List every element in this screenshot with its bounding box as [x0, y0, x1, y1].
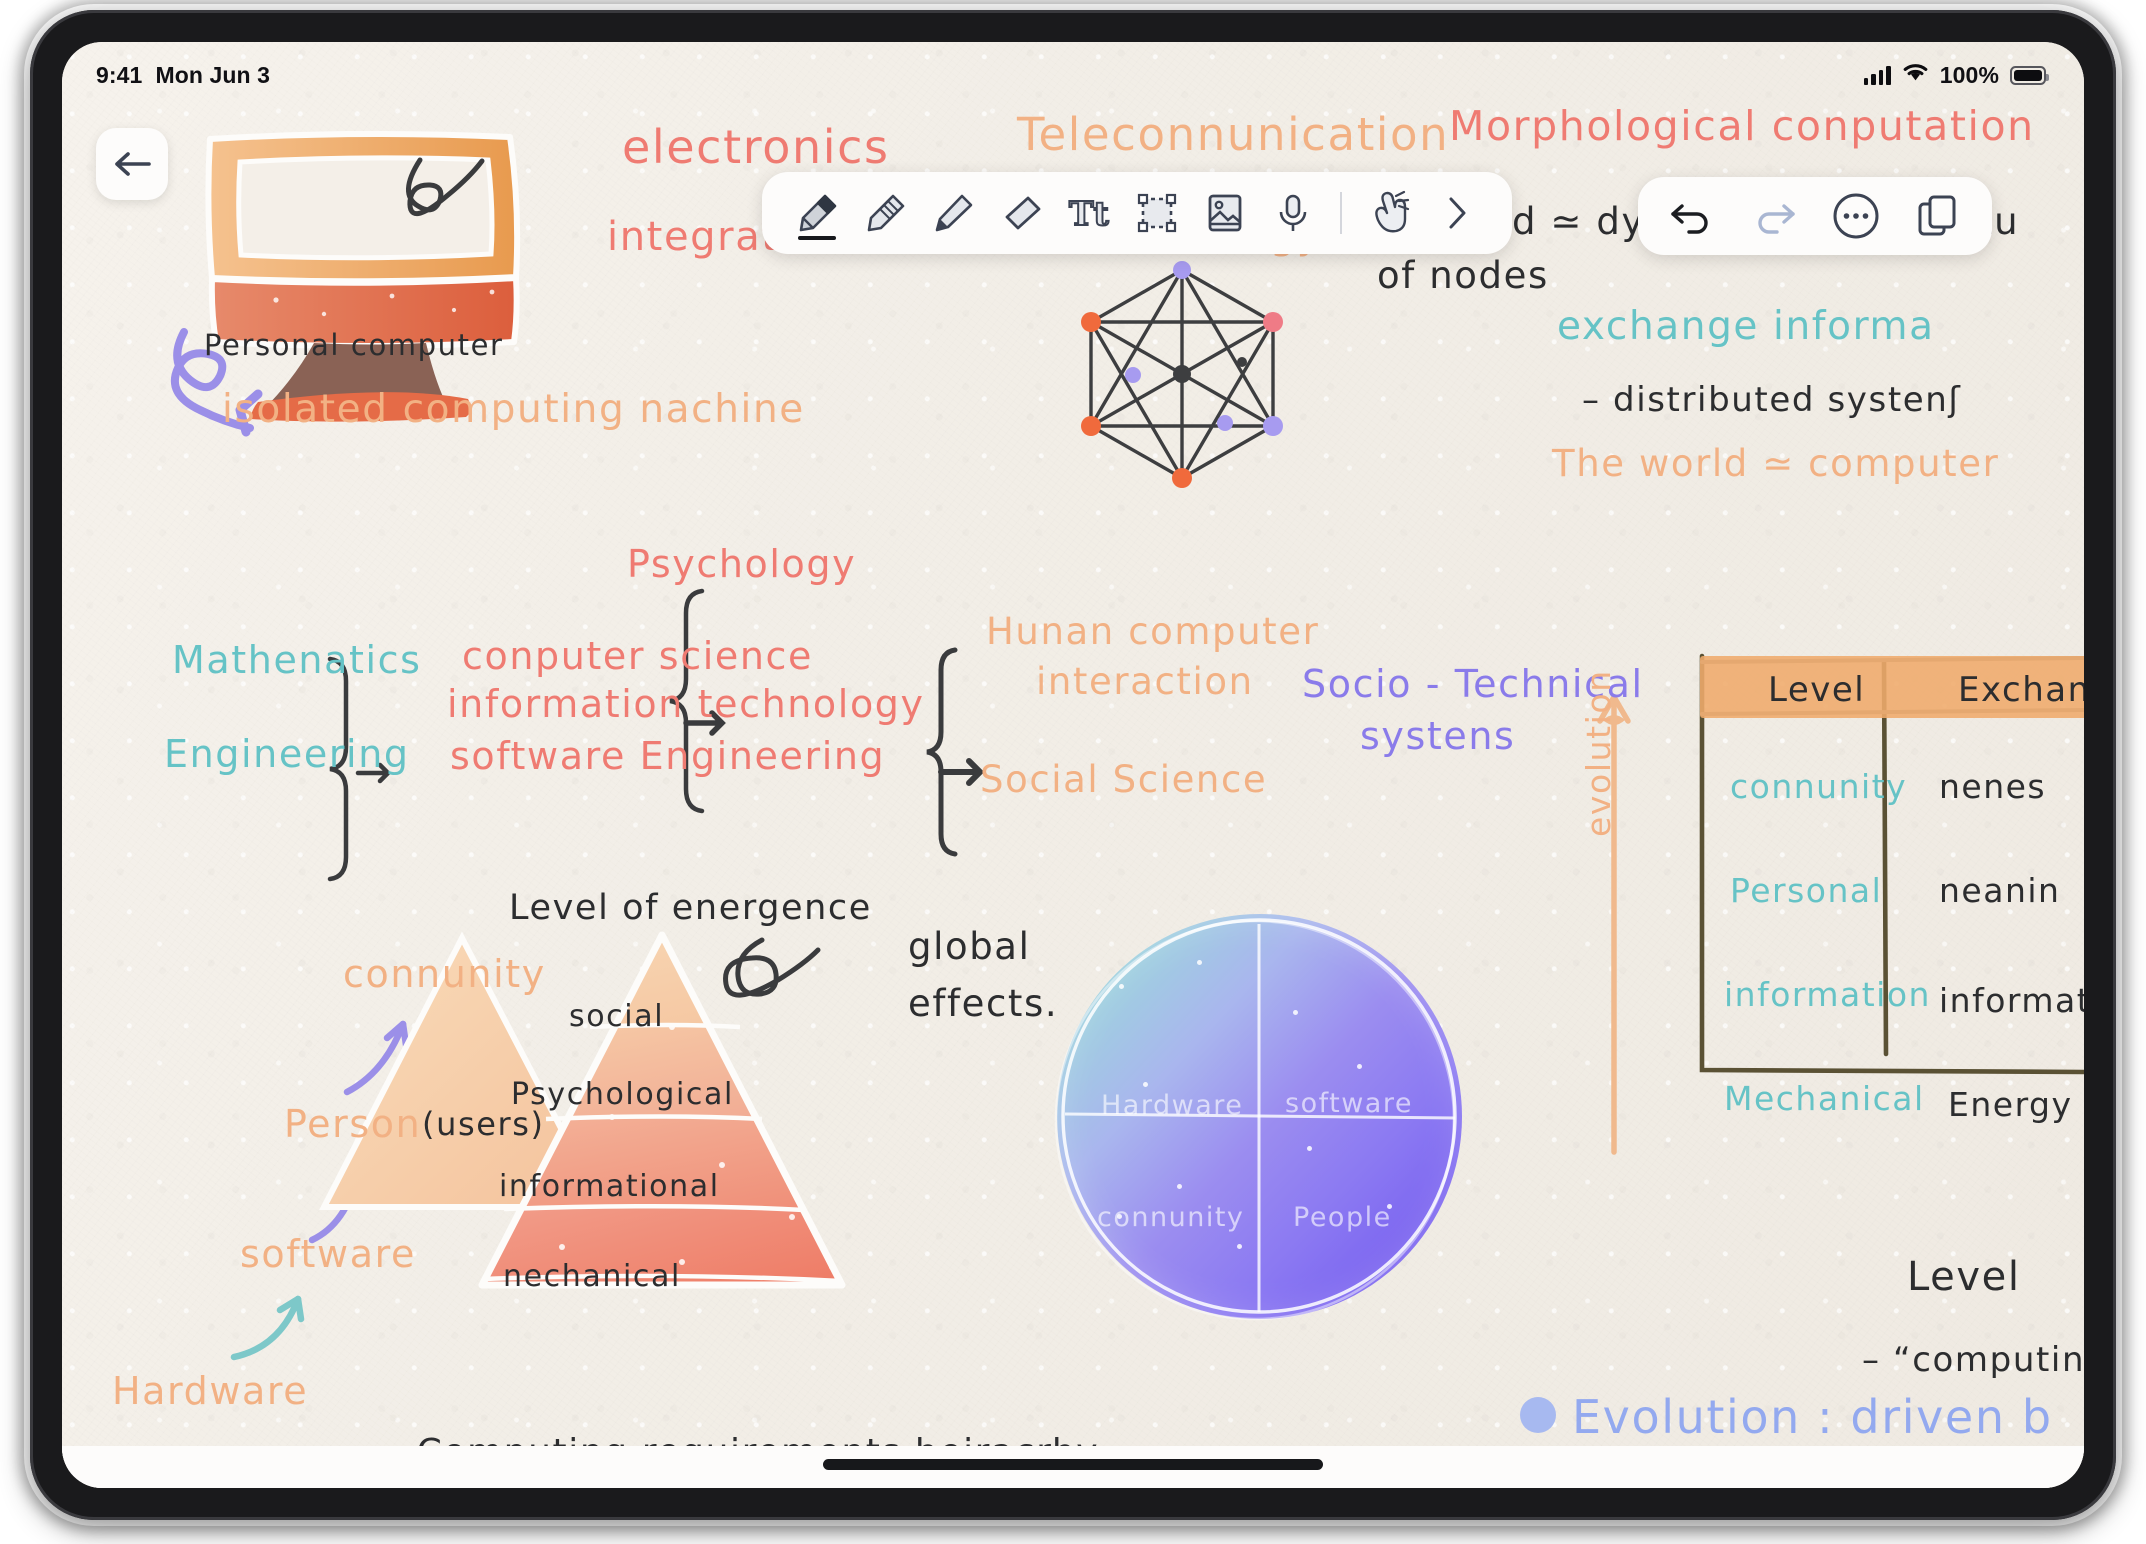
pyramid-label-community: connunity — [343, 952, 546, 996]
status-bar: 9:41 Mon Jun 3 100% — [62, 58, 2084, 92]
note-psychology: Psychology — [627, 542, 857, 586]
note-exchange-information: exchange informa — [1557, 304, 1935, 349]
microphone-icon — [1279, 194, 1307, 231]
chevron-right-icon — [1449, 197, 1466, 229]
eraser-icon — [1005, 196, 1041, 230]
status-date: Mon Jun 3 — [155, 61, 271, 88]
table-cell-level-2: information — [1724, 975, 1931, 1014]
note-hci-line1: Hunan computer — [986, 610, 1320, 653]
selection-box-icon — [1137, 193, 1177, 233]
status-bar-left: 9:41 Mon Jun 3 — [96, 62, 270, 89]
battery-percent-label: 100% — [1939, 61, 1999, 88]
eraser-tool[interactable] — [990, 182, 1052, 244]
note-socio-technical-line2: systens — [1360, 714, 1516, 758]
sphere-label-software: software — [1285, 1088, 1413, 1119]
table-cell-exchange-0: nenes — [1939, 767, 2047, 806]
table-cell-exchange-1: neanin — [1939, 871, 2061, 910]
screenshot-root: 9:41 Mon Jun 3 100% Hardware software co… — [0, 0, 2146, 1544]
note-engineering: Engineering — [164, 732, 410, 776]
lasso-select-tool[interactable] — [1126, 182, 1188, 244]
pyramid-label-hardware: Hardware — [112, 1369, 309, 1413]
note-global-line2: effects. — [908, 982, 1059, 1025]
systems-sphere-diagram: Hardware software connunity People — [1054, 914, 1462, 1321]
note-computer-science: conputer science — [462, 634, 813, 678]
note-computing-quote: – “computing i — [1862, 1340, 2084, 1380]
toolbar-divider — [1340, 192, 1342, 234]
note-isolated-machine: isolated computing nachine — [222, 387, 805, 432]
more-options-button[interactable] — [1828, 188, 1884, 244]
expand-toolbar-button[interactable] — [1426, 182, 1488, 244]
table-cell-level-0: connunity — [1730, 767, 1908, 806]
note-telecommunication: Teleconnunication — [1017, 108, 1450, 161]
insert-image-tool[interactable] — [1194, 182, 1256, 244]
pages-button[interactable] — [1910, 188, 1966, 244]
highlighter-tool[interactable] — [922, 182, 984, 244]
audio-record-tool[interactable] — [1262, 182, 1324, 244]
pyramid-label-person: Person — [284, 1102, 422, 1146]
level-exchange-table: Level Exchang connunity nenes Personal n… — [1694, 656, 2084, 1124]
note-information-technology: information technology — [447, 682, 925, 726]
text-tt-icon: Tt — [1068, 193, 1111, 234]
image-icon — [1208, 194, 1242, 232]
battery-icon — [2010, 65, 2049, 85]
note-hci-line2: interaction — [1036, 660, 1254, 703]
back-arrow-icon — [115, 152, 151, 176]
highlighter-icon — [935, 194, 973, 232]
note-mathematics: Mathenatics — [172, 638, 422, 682]
pyramid-layer-social: social — [569, 999, 665, 1034]
text-tool[interactable]: Tt — [1058, 182, 1120, 244]
table-cell-level-1: Personal — [1730, 871, 1883, 910]
note-world-computer: The world ≃ computer — [1552, 442, 2000, 485]
evolution-axis-label: evolution — [1579, 669, 1618, 837]
pen-icon — [799, 194, 837, 232]
cellular-signal-icon — [1863, 65, 1891, 85]
note-electronics: electronics — [622, 120, 890, 174]
note-social-science: Social Science — [980, 758, 1268, 801]
table-cell-level-3: Mechanical — [1724, 1079, 1925, 1118]
pyramid-label-person-users: (users) — [422, 1105, 545, 1143]
note-level-of-emergence: Level of energence — [509, 888, 872, 928]
tablet-screen: 9:41 Mon Jun 3 100% Hardware software co… — [62, 42, 2084, 1488]
undo-icon — [1671, 204, 1708, 234]
note-monitor-caption: Personal computer — [204, 328, 504, 362]
table-cell-exchange-3: Energy — [1948, 1085, 2073, 1124]
drawing-toolbar[interactable]: Tt — [762, 172, 1512, 254]
note-distributed-systems: – distributed systenʃ — [1582, 380, 1962, 420]
pyramid-label-software: software — [240, 1232, 416, 1276]
pencil-tool[interactable] — [854, 182, 916, 244]
wifi-icon — [1902, 62, 1929, 89]
table-header-level: Level — [1768, 670, 1866, 710]
note-evolution-driven: Evolution : driven b — [1572, 1390, 2053, 1444]
table-cell-exchange-2: informati — [1939, 981, 2084, 1020]
redo-button[interactable] — [1746, 188, 1802, 244]
redo-icon — [1758, 204, 1795, 234]
hand-icon — [1375, 190, 1410, 233]
back-button[interactable] — [96, 128, 168, 200]
note-software-engineering: software Engineering — [450, 734, 886, 778]
note-level-caption: Level — [1907, 1254, 2021, 1300]
pages-copy-icon — [1918, 195, 1956, 236]
pyramid-layer-informational: informational — [499, 1169, 720, 1204]
status-time: 9:41 — [96, 61, 143, 88]
pencil-icon — [867, 194, 905, 232]
pen-tool[interactable] — [786, 182, 848, 244]
sphere-label-people: People — [1293, 1202, 1392, 1233]
action-toolbar[interactable] — [1638, 177, 1992, 255]
note-modeled-line2: of nodes — [1377, 254, 1549, 297]
note-global-line1: global — [908, 925, 1031, 968]
svg-text:Tt: Tt — [1069, 194, 1110, 233]
hand-tool[interactable] — [1358, 182, 1420, 244]
undo-button[interactable] — [1664, 188, 1720, 244]
note-morphological-computation: Morphological conputation — [1449, 102, 2035, 150]
more-ellipsis-icon — [1833, 193, 1879, 239]
sphere-label-community: connunity — [1097, 1202, 1245, 1233]
pyramid-layer-mechanical: nechanical — [503, 1259, 681, 1294]
table-header-exchange: Exchang — [1958, 670, 2084, 710]
sphere-label-hardware: Hardware — [1101, 1090, 1244, 1121]
home-indicator[interactable] — [823, 1459, 1323, 1470]
status-bar-right: 100% — [1863, 61, 2049, 89]
